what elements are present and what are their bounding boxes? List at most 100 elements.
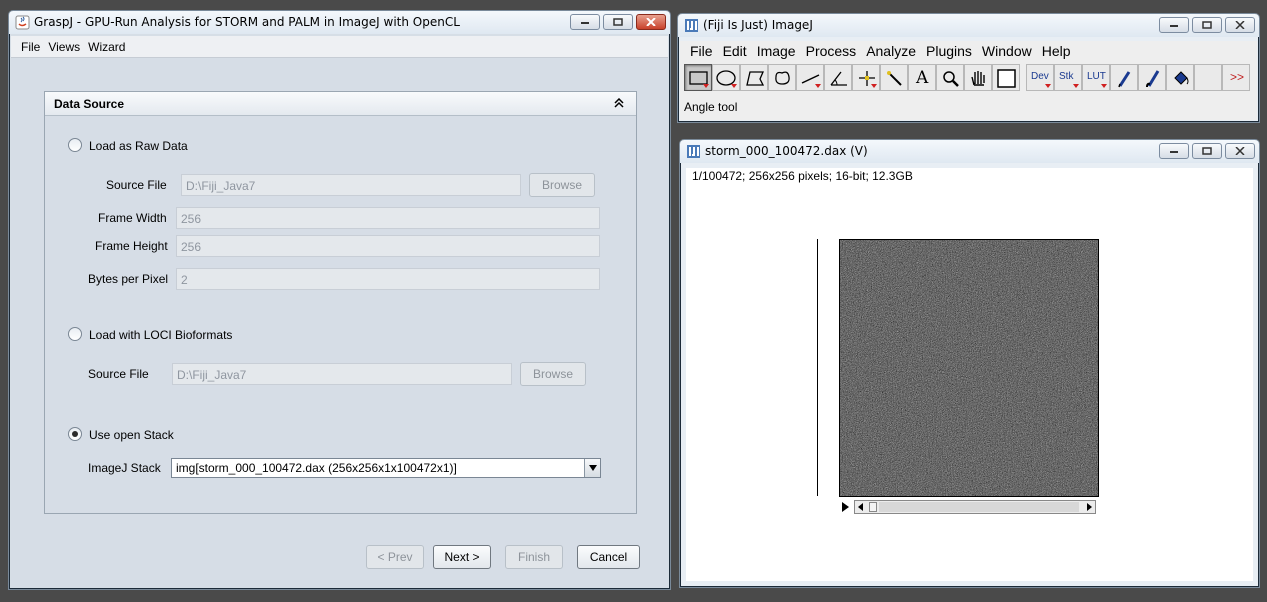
- image-info: 1/100472; 256x256 pixels; 16-bit; 12.3GB: [692, 169, 913, 183]
- imagej-stack-select[interactable]: img[storm_000_100472.dax (256x256x1x1004…: [171, 458, 601, 478]
- loci-browse-button[interactable]: Browse: [520, 362, 586, 386]
- maximize-icon: [613, 18, 623, 26]
- polygon-tool[interactable]: [740, 64, 768, 91]
- bytes-per-pixel-field[interactable]: 2: [176, 268, 600, 290]
- graspj-window: GraspJ - GPU-Run Analysis for STORM and …: [8, 10, 671, 590]
- graspj-content: Data Source Load as Raw Data Source File…: [11, 59, 668, 587]
- raw-data-radio[interactable]: [68, 138, 82, 152]
- raw-source-field[interactable]: D:\Fiji_Java7: [181, 174, 521, 196]
- loci-label: Load with LOCI Bioformats: [89, 328, 233, 342]
- graspj-titlebar[interactable]: GraspJ - GPU-Run Analysis for STORM and …: [9, 11, 670, 34]
- imagej-window: (Fiji Is Just) ImageJ File Edit Image Proce…: [677, 13, 1260, 123]
- close-button[interactable]: [1225, 17, 1255, 33]
- maximize-button[interactable]: [603, 14, 633, 30]
- minimize-button[interactable]: [570, 14, 600, 30]
- frame-height-field[interactable]: 256: [176, 235, 600, 257]
- data-source-panel: Data Source Load as Raw Data Source File…: [44, 91, 637, 514]
- wand-icon: [887, 71, 902, 86]
- color-picker-tool[interactable]: [992, 64, 1020, 91]
- menu-help[interactable]: Help: [1042, 43, 1071, 59]
- image-canvas[interactable]: [839, 239, 1099, 497]
- hand-tool[interactable]: [964, 64, 992, 91]
- raw-data-label: Load as Raw Data: [89, 139, 188, 153]
- oval-tool[interactable]: [712, 64, 740, 91]
- menu-views[interactable]: Views: [48, 40, 80, 54]
- finish-button[interactable]: Finish: [505, 545, 563, 569]
- wand-tool[interactable]: [880, 64, 908, 91]
- stack-titlebar[interactable]: storm_000_100472.dax (V): [680, 140, 1259, 163]
- menu-file[interactable]: File: [690, 43, 713, 59]
- menu-wizard[interactable]: Wizard: [88, 40, 125, 54]
- menu-process[interactable]: Process: [806, 43, 857, 59]
- minimize-icon: [1170, 151, 1178, 153]
- menu-analyze[interactable]: Analyze: [866, 43, 916, 59]
- freehand-icon: [775, 71, 790, 85]
- menu-file[interactable]: File: [21, 40, 40, 54]
- maximize-button[interactable]: [1192, 17, 1222, 33]
- stack-window: storm_000_100472.dax (V) 1/100472; 256x2…: [679, 139, 1260, 588]
- polygon-icon: [746, 71, 765, 86]
- minimize-icon: [581, 22, 589, 24]
- freehand-tool[interactable]: [768, 64, 796, 91]
- minimize-button[interactable]: [1159, 17, 1189, 33]
- panel-title: Data Source: [54, 97, 125, 111]
- prev-button[interactable]: < Prev: [366, 545, 424, 569]
- play-icon[interactable]: [840, 500, 852, 514]
- more-tools-label: >>: [1230, 70, 1245, 84]
- stack-body: 1/100472; 256x256 pixels; 16-bit; 12.3GB: [686, 168, 1253, 581]
- maximize-icon: [1202, 147, 1212, 155]
- scroll-right-icon[interactable]: [1083, 501, 1095, 513]
- stk-label: Stk: [1059, 71, 1074, 82]
- point-tool[interactable]: [852, 64, 880, 91]
- scroll-left-icon[interactable]: [855, 501, 867, 513]
- graspj-title: GraspJ - GPU-Run Analysis for STORM and …: [34, 15, 460, 29]
- slider-track[interactable]: [854, 500, 1096, 514]
- menu-edit[interactable]: Edit: [723, 43, 747, 59]
- status-text: Angle tool: [684, 100, 738, 114]
- close-button[interactable]: [636, 14, 666, 30]
- close-button[interactable]: [1225, 143, 1255, 159]
- imagej-titlebar[interactable]: (Fiji Is Just) ImageJ: [678, 14, 1259, 37]
- menu-plugins[interactable]: Plugins: [926, 43, 972, 59]
- frame-width-field[interactable]: 256: [176, 207, 600, 229]
- collapse-icon[interactable]: [614, 98, 624, 108]
- graspj-menubar: File Views Wizard: [11, 36, 668, 58]
- line-tool[interactable]: [796, 64, 824, 91]
- close-icon: [646, 18, 656, 26]
- menu-window[interactable]: Window: [982, 43, 1032, 59]
- magnifier-tool[interactable]: [936, 64, 964, 91]
- dev-menu[interactable]: Dev: [1026, 64, 1054, 91]
- angle-tool[interactable]: [824, 64, 852, 91]
- flood-fill-tool[interactable]: [1166, 64, 1194, 91]
- dropdown-arrow[interactable]: [584, 459, 600, 477]
- slider-thumb[interactable]: [869, 502, 877, 512]
- cancel-button[interactable]: Cancel: [577, 545, 640, 569]
- imagej-toolbar: A Dev Stk LUT >>: [684, 64, 1250, 91]
- text-tool-glyph: A: [916, 68, 929, 88]
- lut-menu[interactable]: LUT: [1082, 64, 1110, 91]
- minimize-button[interactable]: [1159, 143, 1189, 159]
- loci-source-field[interactable]: D:\Fiji_Java7: [172, 363, 512, 385]
- close-icon: [1235, 21, 1245, 29]
- menu-image[interactable]: Image: [757, 43, 796, 59]
- next-button[interactable]: Next >: [433, 545, 491, 569]
- pencil-tool[interactable]: [1110, 64, 1138, 91]
- maximize-icon: [1202, 21, 1212, 29]
- frame-height-label: Frame Height: [95, 239, 168, 253]
- more-tools-button[interactable]: >>: [1222, 64, 1250, 91]
- noise-image: [840, 240, 1098, 496]
- imagej-icon: [685, 19, 698, 32]
- stk-menu[interactable]: Stk: [1054, 64, 1082, 91]
- imagej-stack-value: img[storm_000_100472.dax (256x256x1x1004…: [176, 461, 457, 475]
- panel-header[interactable]: Data Source: [45, 92, 636, 116]
- raw-browse-button[interactable]: Browse: [529, 173, 595, 197]
- rectangle-tool[interactable]: [684, 64, 712, 91]
- brush-icon: [1146, 70, 1160, 88]
- text-tool[interactable]: A: [908, 64, 936, 91]
- open-stack-radio[interactable]: [68, 427, 82, 441]
- brush-tool[interactable]: [1138, 64, 1166, 91]
- loci-radio[interactable]: [68, 327, 82, 341]
- maximize-button[interactable]: [1192, 143, 1222, 159]
- imagej-menubar: File Edit Image Process Analyze Plugins Window…: [680, 41, 1257, 63]
- imagej-icon: [687, 145, 700, 158]
